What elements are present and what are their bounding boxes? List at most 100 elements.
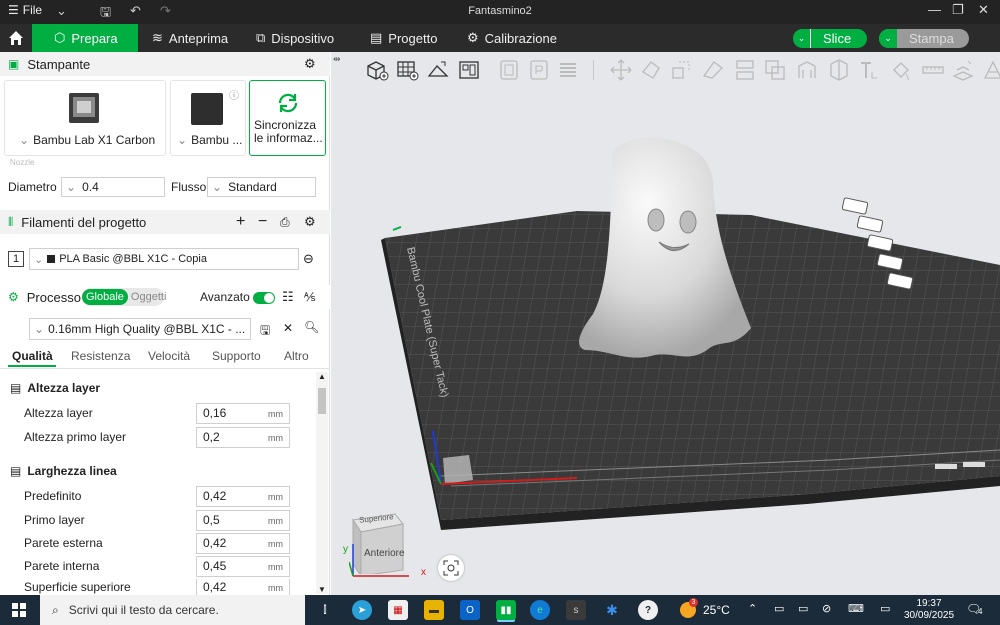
telegram-icon[interactable]: ➤ <box>352 600 372 620</box>
store-icon[interactable]: ▦ <box>388 600 408 620</box>
slice-button[interactable]: ⌄ Slice <box>793 29 867 48</box>
save-preset-icon[interactable]: 🖫 <box>260 321 270 342</box>
seam-paint-icon[interactable] <box>827 58 851 82</box>
add-object-icon[interactable] <box>365 58 389 82</box>
battery-icon[interactable]: ▭ <box>798 602 808 615</box>
diameter-select[interactable]: ⌄ 0.4 <box>61 177 165 197</box>
info-icon[interactable]: ⓘ <box>229 87 239 102</box>
process-preset-select[interactable]: ⌄ 0.16mm High Quality @BBL X1C - ... <box>29 318 251 340</box>
tab-progetto[interactable]: ▤ Progetto <box>370 24 437 52</box>
plate-card[interactable]: ⓘ ⌄ Bambu ... <box>170 80 246 156</box>
settings-gear-icon[interactable]: ⚙ <box>304 56 316 72</box>
volume-muted-icon[interactable]: ⊘ <box>822 602 831 615</box>
add-filament-icon[interactable]: + <box>236 213 245 231</box>
cut-icon[interactable] <box>733 58 757 82</box>
tab-qualita[interactable]: Qualità <box>12 349 53 363</box>
close-preset-icon[interactable]: ✕ <box>283 321 293 335</box>
help-icon[interactable]: ? <box>638 600 658 620</box>
scrollbar[interactable]: ▲ ▼ <box>316 372 328 594</box>
desktop-icon[interactable]: ▭ <box>880 602 890 615</box>
network-icon[interactable]: ▭ <box>774 602 784 615</box>
printer-card[interactable]: ⌄ Bambu Lab X1 Carbon <box>4 80 166 156</box>
group-layer-height: ▤ Altezza layer <box>10 381 100 395</box>
tab-resistenza[interactable]: Resistenza <box>71 349 130 363</box>
app-s-icon[interactable]: s <box>566 600 586 620</box>
auto-orient-icon[interactable] <box>426 58 450 82</box>
tab-dispositivo[interactable]: ⧉ Dispositivo <box>256 24 334 52</box>
scope-toggle[interactable]: Globale Oggetti <box>82 288 166 306</box>
process-icon: ⚙ <box>8 290 19 304</box>
plate-arrange-icon[interactable] <box>856 215 884 233</box>
chevron-up-icon[interactable]: ⌃ <box>748 602 757 615</box>
taskbar-search[interactable]: ⌕ Scrivi qui il testo da cercare. <box>40 595 305 625</box>
param-input[interactable]: 0,42 mm <box>196 485 290 507</box>
list-icon[interactable]: ☷ <box>282 289 294 305</box>
scope-objects[interactable]: Oggetti <box>131 291 166 303</box>
flow-select[interactable]: ⌄ Standard <box>207 177 316 197</box>
lay-on-face-icon[interactable] <box>701 58 725 82</box>
scroll-down-icon[interactable]: ▼ <box>318 585 326 594</box>
windows-start-icon[interactable] <box>12 603 26 617</box>
zoom-fit-button[interactable] <box>438 555 464 581</box>
rotate-icon[interactable] <box>639 58 663 82</box>
variable-height-icon[interactable] <box>981 58 1000 82</box>
filament-sync-icon[interactable]: ⎙ <box>280 215 290 230</box>
param-input[interactable]: 0,16 mm <box>196 402 290 424</box>
search-icon[interactable]: 🔍︎ <box>304 320 319 334</box>
task-view-icon[interactable]: ⫿ <box>315 600 335 620</box>
plate-close-icon[interactable] <box>841 197 869 215</box>
3d-viewport[interactable]: ⇹ Bambu Cool Plate (Super Tack) Superior… <box>331 52 1000 595</box>
outlook-icon[interactable]: O <box>460 600 480 620</box>
slice-dropdown-icon[interactable]: ⌄ <box>793 29 811 48</box>
scroll-up-icon[interactable]: ▲ <box>318 372 326 381</box>
print-dropdown-icon[interactable]: ⌄ <box>879 29 897 48</box>
param-input[interactable]: 0,42 mm <box>196 579 290 595</box>
boolean-icon[interactable] <box>763 58 787 82</box>
tab-supporto[interactable]: Supporto <box>212 349 261 363</box>
minimize-icon[interactable]: — <box>928 2 941 17</box>
scrollbar-thumb[interactable] <box>318 388 326 414</box>
file-explorer-icon[interactable]: ▬ <box>424 600 444 620</box>
sync-button[interactable]: Sincronizza le informaz... <box>249 80 326 156</box>
param-row: Altezza primo layer 0,2 mm <box>24 426 294 448</box>
measure-icon[interactable] <box>921 58 945 82</box>
tab-calibrazione[interactable]: ⚙ Calibrazione <box>467 24 557 52</box>
scope-global[interactable]: Globale <box>82 289 128 305</box>
param-input[interactable]: 0,2 mm <box>196 426 290 448</box>
scale-icon[interactable] <box>669 58 693 82</box>
arrange-icon[interactable] <box>457 58 481 82</box>
chevron-down-icon: ⌄ <box>34 322 45 336</box>
add-plate-icon[interactable] <box>395 58 419 82</box>
filament-select[interactable]: ⌄ PLA Basic @BBL X1C - Copia <box>29 248 299 270</box>
remove-filament-icon[interactable]: − <box>258 213 267 231</box>
tab-prepara-label: Prepara <box>71 30 118 46</box>
tab-prepara[interactable]: ⬡ Prepara <box>32 24 138 52</box>
advanced-toggle[interactable] <box>253 292 275 304</box>
move-icon[interactable] <box>609 58 633 82</box>
param-input[interactable]: 0,42 mm <box>196 532 290 554</box>
split-parts-icon[interactable] <box>527 58 551 82</box>
tab-anteprima[interactable]: ≋ Anteprima <box>152 24 228 52</box>
close-icon[interactable]: ✕ <box>978 2 989 18</box>
color-paint-icon[interactable] <box>889 58 913 82</box>
edge-icon[interactable]: e <box>530 600 550 620</box>
tab-altro[interactable]: Altro <box>284 349 309 363</box>
bluetooth-icon[interactable]: ✱ <box>602 600 622 620</box>
keyboard-icon[interactable]: ⌨ <box>848 602 864 615</box>
support-paint-icon[interactable] <box>795 58 819 82</box>
param-input[interactable]: 0,5 mm <box>196 509 290 531</box>
print-button[interactable]: ⌄ Stampa <box>879 29 969 48</box>
split-objects-icon[interactable] <box>497 58 521 82</box>
layers-tool-icon[interactable] <box>556 58 580 82</box>
home-button[interactable] <box>0 24 32 52</box>
clock[interactable]: 19:37 30/09/2025 <box>904 598 954 622</box>
compare-icon[interactable]: ⅍ <box>304 290 315 304</box>
text-tool-icon[interactable] <box>857 58 881 82</box>
tab-velocita[interactable]: Velocità <box>148 349 190 363</box>
bambu-studio-icon[interactable]: ▮▮ <box>496 600 516 620</box>
assembly-icon[interactable] <box>951 58 975 82</box>
filament-settings-icon[interactable]: ⚙ <box>304 214 316 230</box>
filament-options-icon[interactable]: ⊖ <box>303 251 314 267</box>
restore-icon[interactable]: ❐ <box>952 2 964 18</box>
param-input[interactable]: 0,45 mm <box>196 555 290 577</box>
